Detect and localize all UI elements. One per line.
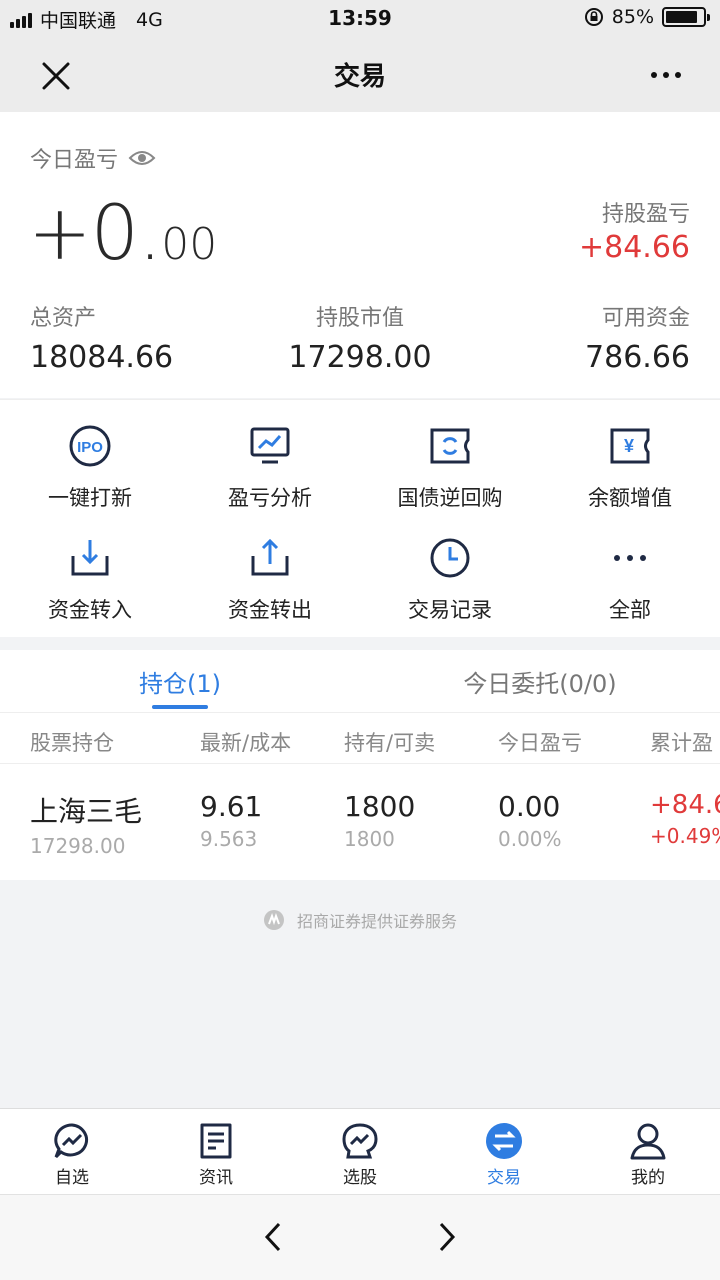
header-stock: 股票持仓 — [30, 731, 114, 755]
profile-icon — [630, 1123, 666, 1160]
tabbar-watchlist[interactable]: 自选 — [0, 1121, 144, 1188]
cell-held-sellable: 1800 1800 — [344, 790, 415, 851]
action-trade-records-label: 交易记录 — [408, 598, 492, 622]
broker-logo-icon — [263, 910, 284, 930]
clock-icon — [430, 538, 470, 578]
battery-percent: 85% — [611, 6, 654, 28]
header-held-sellable: 持有/可卖 — [344, 731, 436, 755]
yen-icon: ¥ — [610, 428, 650, 464]
position-tabs: 持仓(1) 今日委托(0/0) — [0, 650, 720, 712]
news-icon — [200, 1123, 232, 1159]
action-transfer-out-label: 资金转出 — [228, 598, 312, 622]
status-bar: 中国联通 4G 13:59 85% — [0, 0, 720, 38]
quick-actions: IPO 一键打新 盈亏分析 国债逆回购 ¥ 余额增值 资金转入 资金转出 交易记… — [0, 399, 720, 637]
stock-name: 上海三毛 — [30, 795, 143, 828]
forward-arrow-icon[interactable] — [428, 1219, 464, 1255]
cell-today-pl: 0.00 0.00% — [498, 790, 562, 851]
action-transfer-out[interactable]: 资金转出 — [180, 536, 360, 624]
tabbar-trade-label: 交易 — [487, 1168, 521, 1188]
tabbar-news-label: 资讯 — [199, 1168, 233, 1188]
service-provider-text: 招商证券提供证券服务 — [296, 912, 457, 931]
eye-icon[interactable] — [128, 148, 156, 168]
tabbar-stock-pick-label: 选股 — [343, 1168, 377, 1188]
header-today-pl: 今日盈亏 — [498, 731, 582, 755]
tabbar-stock-pick[interactable]: 选股 — [288, 1121, 432, 1188]
action-balance-plus-label: 余额增值 — [588, 486, 672, 510]
action-pl-analysis-label: 盈亏分析 — [228, 486, 312, 510]
trade-icon — [486, 1123, 522, 1159]
account-summary: 今日盈亏 +0.00 持股盈亏 +84.66 总资产 18084.66 持股市值… — [0, 112, 720, 398]
stock-total-pct: +0.49% — [650, 824, 720, 848]
available-funds-value: 786.66 — [585, 340, 690, 375]
service-provider-note: 招商证券提供证券服务 — [0, 908, 720, 932]
available-funds-label: 可用资金 — [601, 306, 690, 331]
transfer-out-icon — [251, 538, 289, 576]
action-transfer-in-label: 资金转入 — [48, 598, 132, 622]
chart-icon — [250, 427, 290, 464]
bottom-tab-bar: 自选 资讯 选股 交易 我的 — [0, 1108, 720, 1194]
available-funds: 可用资金 786.66 — [585, 300, 690, 375]
tab-today-orders[interactable]: 今日委托(0/0) — [360, 664, 720, 699]
today-pl-label: 今日盈亏 — [30, 148, 119, 173]
cell-stock: 上海三毛 17298.00 — [30, 790, 142, 858]
cell-total-pl: +84.6 +0.49% — [650, 790, 720, 848]
holding-pl-label: 持股盈亏 — [601, 202, 690, 227]
action-all[interactable]: 全部 — [540, 536, 720, 624]
active-tab-indicator — [152, 705, 208, 709]
today-pl-integer: +0. — [28, 188, 162, 277]
header-total-pl: 累计盈 — [650, 731, 713, 755]
action-pl-analysis[interactable]: 盈亏分析 — [180, 424, 360, 512]
action-reverse-repo[interactable]: 国债逆回购 — [360, 424, 540, 512]
more-options-icon[interactable] — [646, 60, 686, 90]
action-balance-plus[interactable]: ¥ 余额增值 — [540, 424, 720, 512]
repo-icon — [430, 428, 470, 464]
stock-sellable: 1800 — [344, 827, 395, 851]
stock-latest-price: 9.61 — [200, 790, 263, 823]
more-icon — [614, 555, 646, 561]
today-pl-label-group: 今日盈亏 — [30, 142, 156, 174]
browser-toolbar — [0, 1194, 720, 1280]
action-trade-records[interactable]: 交易记录 — [360, 536, 540, 624]
stock-today-pl: 0.00 — [498, 790, 561, 823]
tabbar-profile[interactable]: 我的 — [576, 1121, 720, 1188]
svg-text:IPO: IPO — [77, 439, 103, 456]
watchlist-icon — [54, 1123, 88, 1159]
table-header: 股票持仓 最新/成本 持有/可卖 今日盈亏 累计盈 — [0, 712, 720, 764]
table-row[interactable]: 上海三毛 17298.00 9.61 9.563 1800 1800 0.00 … — [0, 764, 720, 880]
holding-pl-value: +84.66 — [578, 230, 690, 265]
stock-held: 1800 — [344, 790, 416, 823]
rotation-lock-icon — [584, 8, 603, 26]
stock-pick-icon — [342, 1123, 378, 1159]
today-pl-value: +0.00 — [28, 188, 217, 277]
action-all-label: 全部 — [609, 598, 651, 622]
svg-text:¥: ¥ — [624, 436, 634, 456]
action-reverse-repo-label: 国债逆回购 — [397, 486, 503, 510]
tabbar-trade[interactable]: 交易 — [432, 1121, 576, 1188]
stock-market-value: 17298.00 — [30, 834, 126, 858]
tabbar-profile-label: 我的 — [631, 1168, 665, 1188]
status-right: 85% — [584, 6, 710, 28]
action-transfer-in[interactable]: 资金转入 — [0, 536, 180, 624]
stock-total-pl: +84.6 — [650, 790, 720, 820]
ipo-icon: IPO — [69, 425, 111, 467]
tab-positions[interactable]: 持仓(1) — [0, 664, 360, 699]
tabbar-watchlist-label: 自选 — [55, 1168, 89, 1188]
transfer-in-icon — [71, 540, 109, 576]
header-latest-cost: 最新/成本 — [200, 731, 292, 755]
stock-today-pct: 0.00% — [498, 827, 562, 851]
action-ipo-label: 一键打新 — [48, 486, 132, 510]
tabbar-news[interactable]: 资讯 — [144, 1121, 288, 1188]
today-pl-decimal: 00 — [161, 219, 218, 270]
back-arrow-icon[interactable] — [256, 1219, 292, 1255]
page-title: 交易 — [333, 62, 386, 92]
battery-icon — [662, 7, 710, 27]
nav-bar: 交易 — [0, 38, 720, 112]
stock-cost-price: 9.563 — [200, 827, 258, 851]
cell-latest-cost: 9.61 9.563 — [200, 790, 262, 851]
action-ipo[interactable]: IPO 一键打新 — [0, 424, 180, 512]
